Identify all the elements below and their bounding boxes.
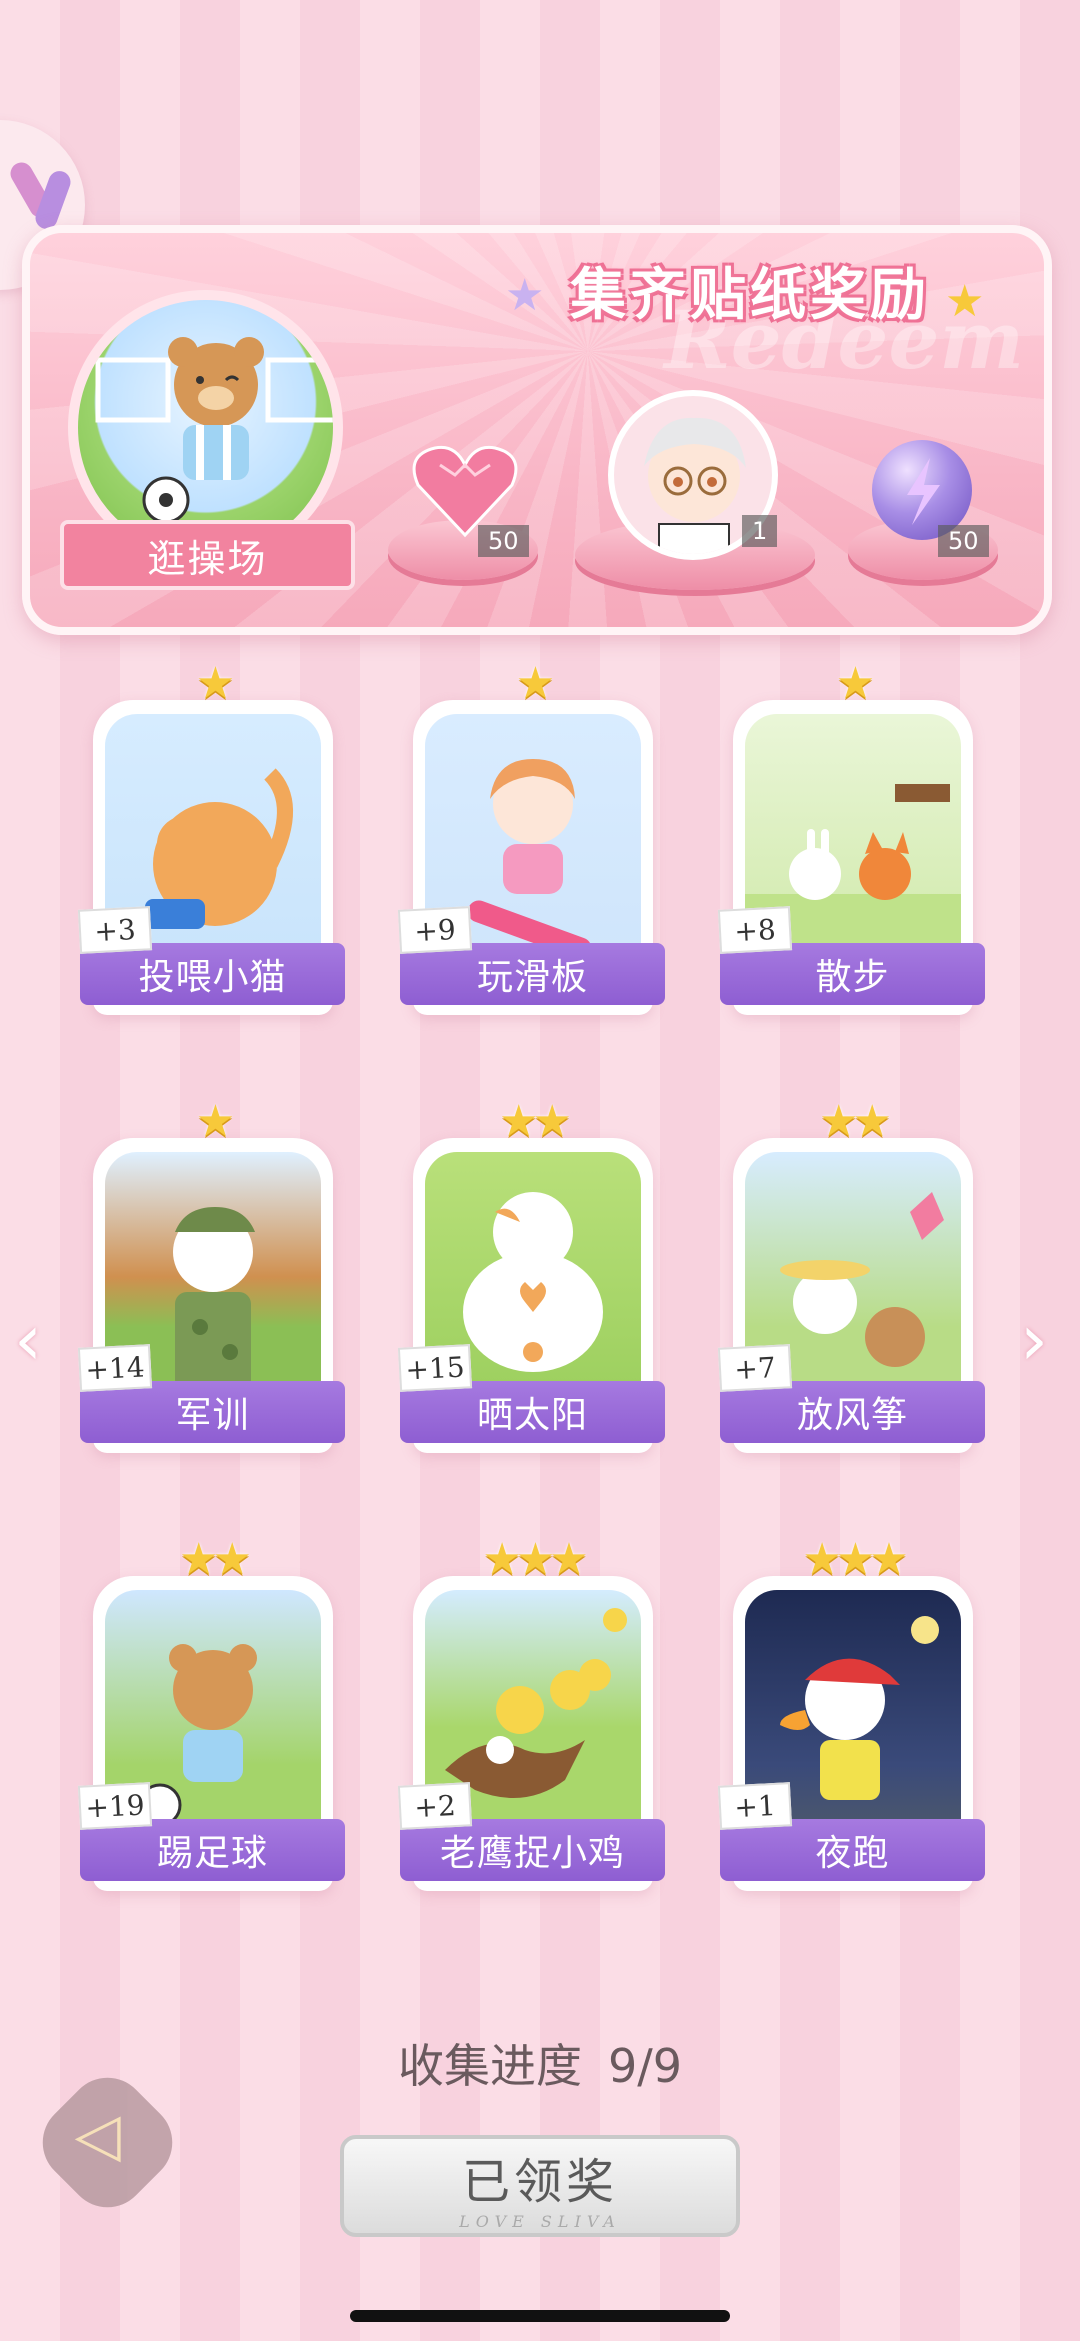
star-rating-icon: ★★★ — [802, 1534, 908, 1585]
reward-count: 1 — [742, 515, 778, 547]
card-points: +19 — [77, 1782, 153, 1830]
card-label: 散步 — [720, 943, 985, 1005]
home-indicator[interactable] — [350, 2310, 730, 2322]
card-points: +14 — [77, 1344, 153, 1392]
location-label: 逛操场 — [60, 520, 355, 590]
star-rating-icon: ★ — [835, 658, 875, 709]
card-label: 放风筝 — [720, 1381, 985, 1443]
reward-count: 50 — [478, 525, 529, 557]
sticker-card[interactable]: 晒太阳 +15 ★★ — [397, 1096, 665, 1463]
reward-count: 50 — [938, 525, 989, 557]
card-label: 投喂小猫 — [80, 943, 345, 1005]
card-label: 夜跑 — [720, 1819, 985, 1881]
claim-button-sub: LOVE SLIVA — [459, 2211, 621, 2231]
card-points: +9 — [397, 906, 473, 954]
star-rating-icon: ★★★ — [482, 1534, 588, 1585]
card-points: +15 — [397, 1344, 473, 1392]
star-icon: ★ — [505, 270, 545, 321]
collection-progress: 收集进度 9/9 — [0, 2030, 1080, 2096]
prev-page-arrow[interactable]: ‹ — [14, 1305, 58, 1375]
reward-title: 集齐贴纸奖励 — [570, 261, 930, 328]
sticker-card[interactable]: 放风筝 +7 ★★ — [717, 1096, 985, 1463]
card-points: +7 — [717, 1344, 793, 1392]
star-rating-icon: ★ — [195, 1096, 235, 1147]
next-page-arrow[interactable]: › — [1020, 1305, 1064, 1375]
star-rating-icon: ★★ — [179, 1534, 252, 1585]
sticker-card[interactable]: 军训 +14 ★ — [77, 1096, 345, 1463]
sticker-card[interactable]: 玩滑板 +9 ★ — [397, 658, 665, 1025]
star-rating-icon: ★★ — [499, 1096, 572, 1147]
progress-value: 9/9 — [607, 2039, 683, 2093]
progress-label: 收集进度 — [397, 2039, 582, 2093]
card-points: +3 — [77, 906, 153, 954]
sticker-card[interactable]: 踢足球 +19 ★★ — [77, 1534, 345, 1901]
sticker-card[interactable]: 老鹰捉小鸡 +2 ★★★ — [397, 1534, 665, 1901]
star-rating-icon: ★ — [195, 658, 235, 709]
card-label: 玩滑板 — [400, 943, 665, 1005]
star-rating-icon: ★ — [515, 658, 555, 709]
card-label: 老鹰捉小鸡 — [400, 1819, 665, 1881]
claim-reward-button[interactable]: 已领奖 LOVE SLIVA — [340, 2135, 740, 2237]
sticker-card[interactable]: 投喂小猫 +3 ★ — [77, 658, 345, 1025]
card-points: +8 — [717, 906, 793, 954]
card-points: +1 — [717, 1782, 793, 1830]
star-rating-icon: ★★ — [819, 1096, 892, 1147]
card-label: 踢足球 — [80, 1819, 345, 1881]
sticker-card[interactable]: 散步 +8 ★ — [717, 658, 985, 1025]
claim-button-label: 已领奖 — [461, 2153, 618, 2210]
sticker-card[interactable]: 夜跑 +1 ★★★ — [717, 1534, 985, 1901]
card-label: 晒太阳 — [400, 1381, 665, 1443]
card-label: 军训 — [80, 1381, 345, 1443]
back-arrow-icon: ◁ — [74, 2099, 121, 2170]
card-points: +2 — [397, 1782, 473, 1830]
